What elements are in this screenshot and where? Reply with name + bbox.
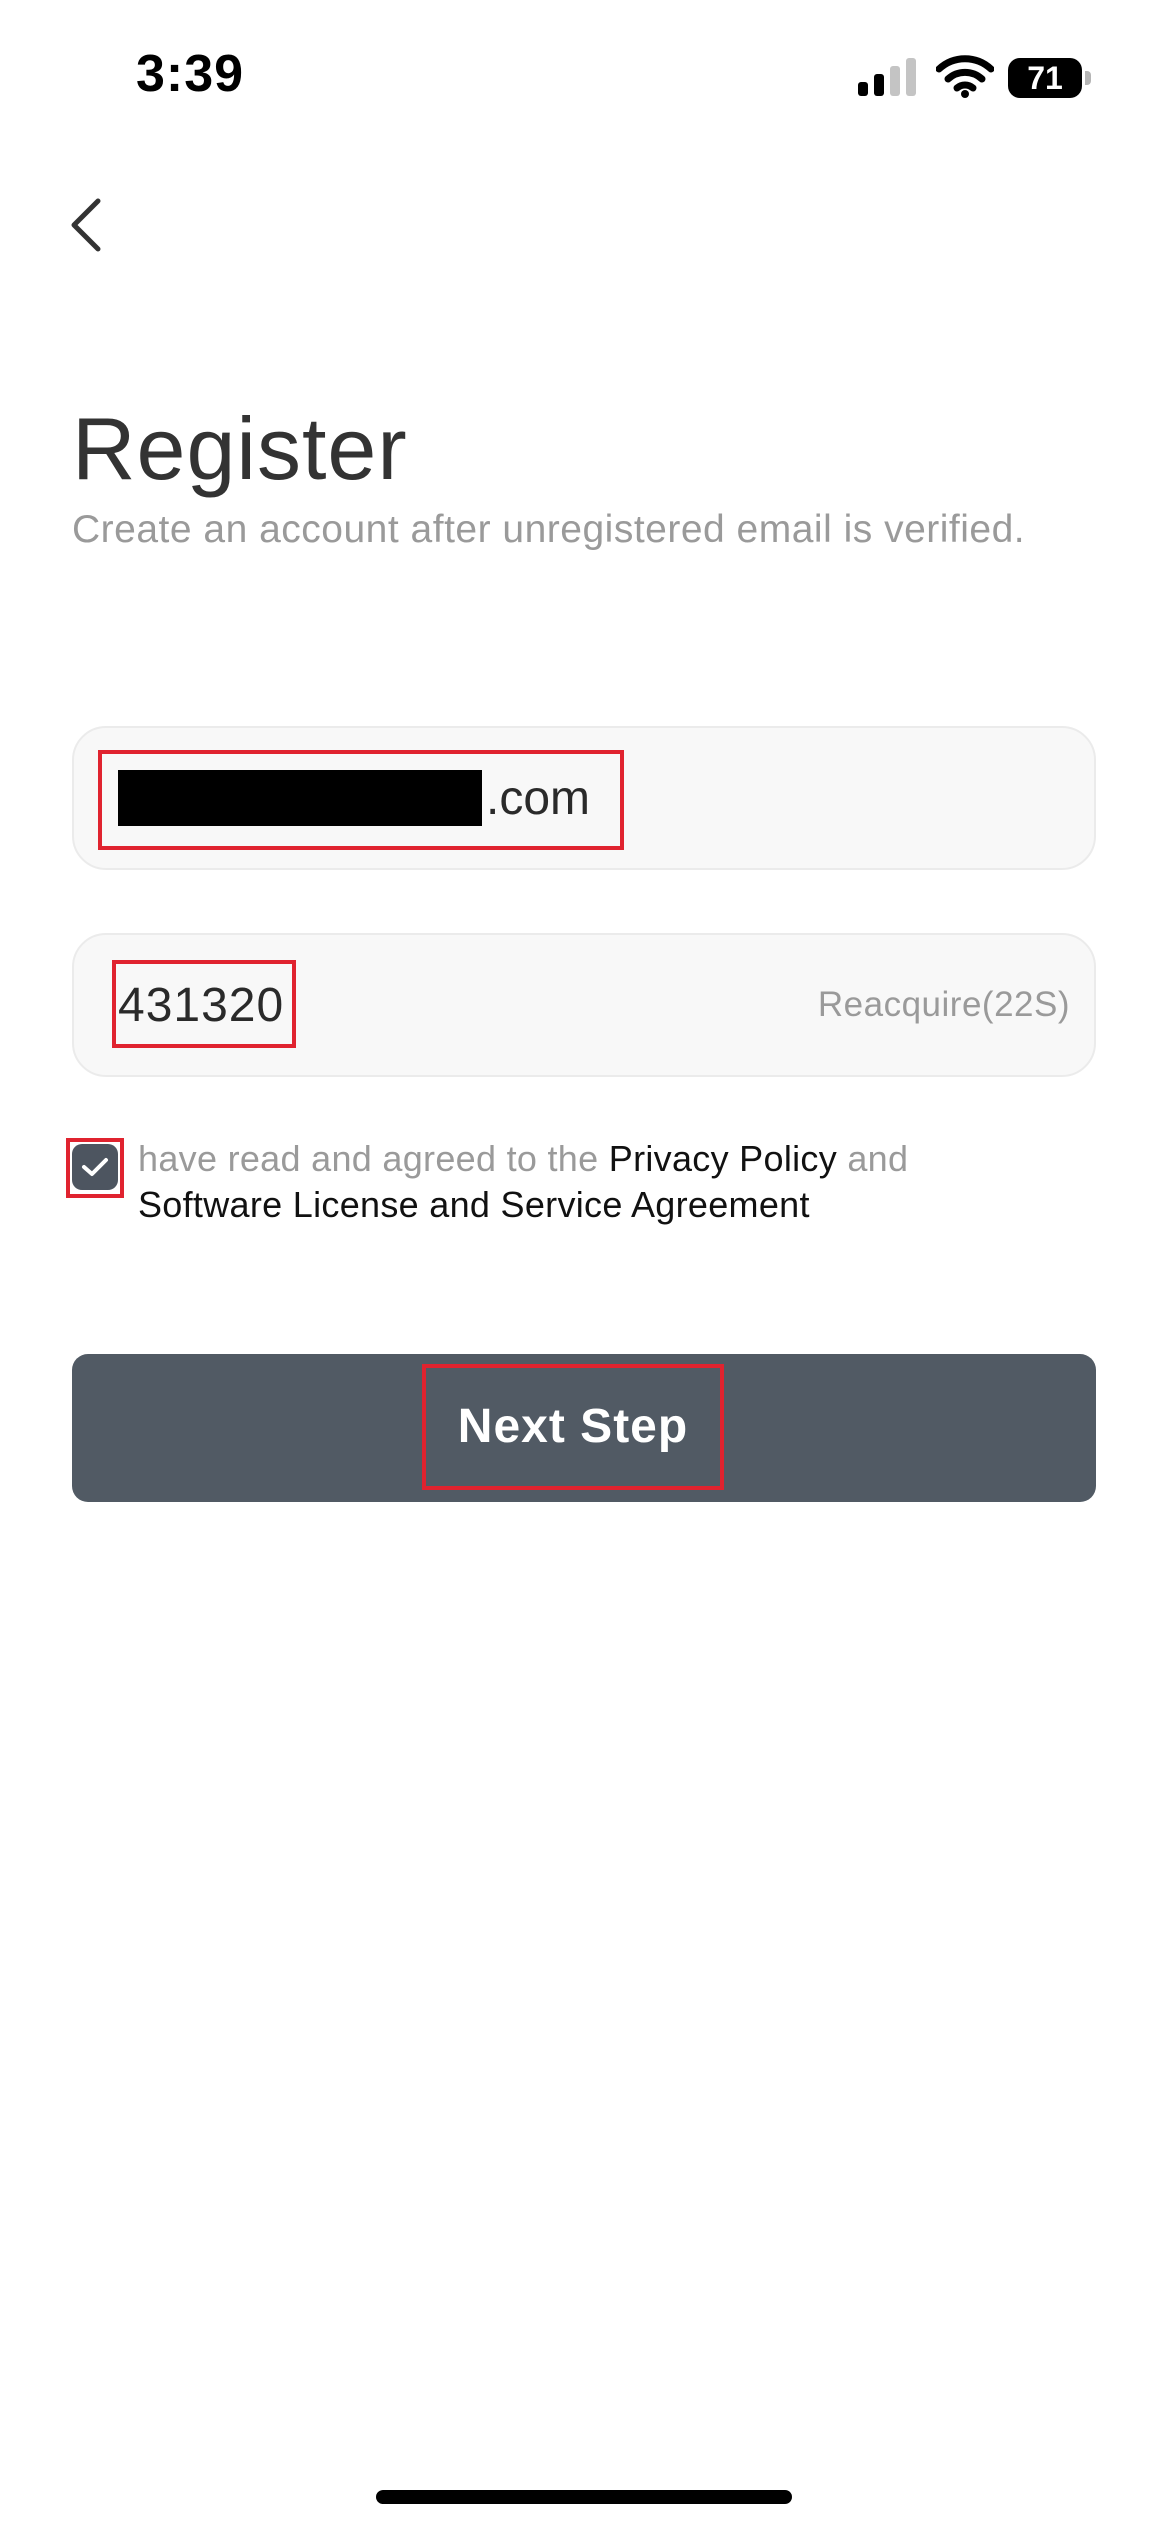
battery-level: 71 (1027, 60, 1063, 96)
status-bar: 3:39 71 (0, 0, 1170, 150)
license-agreement-link[interactable]: Software License and Service Agreement (138, 1184, 810, 1225)
page-subtitle: Create an account after unregistered ema… (72, 508, 1026, 551)
home-indicator (376, 2490, 792, 2504)
email-highlight-box (98, 750, 624, 850)
back-button[interactable] (56, 190, 116, 260)
agreement-prefix: have read and agreed to the (138, 1138, 609, 1179)
status-time: 3:39 (136, 45, 245, 103)
agreement-middle: and (837, 1138, 909, 1179)
privacy-policy-link[interactable]: Privacy Policy (609, 1138, 837, 1179)
chevron-left-icon (71, 198, 101, 252)
cellular-signal-icon (858, 58, 916, 96)
page-title: Register (72, 399, 408, 498)
next-step-highlight-box (422, 1364, 724, 1490)
reacquire-code-button[interactable]: Reacquire(22S) (818, 975, 1070, 1035)
wifi-icon (936, 55, 994, 98)
battery-icon: 71 (1008, 58, 1092, 98)
agreement-text: have read and agreed to the Privacy Poli… (138, 1136, 1098, 1228)
code-highlight-box (112, 960, 296, 1048)
checkbox-highlight-box (66, 1138, 124, 1198)
